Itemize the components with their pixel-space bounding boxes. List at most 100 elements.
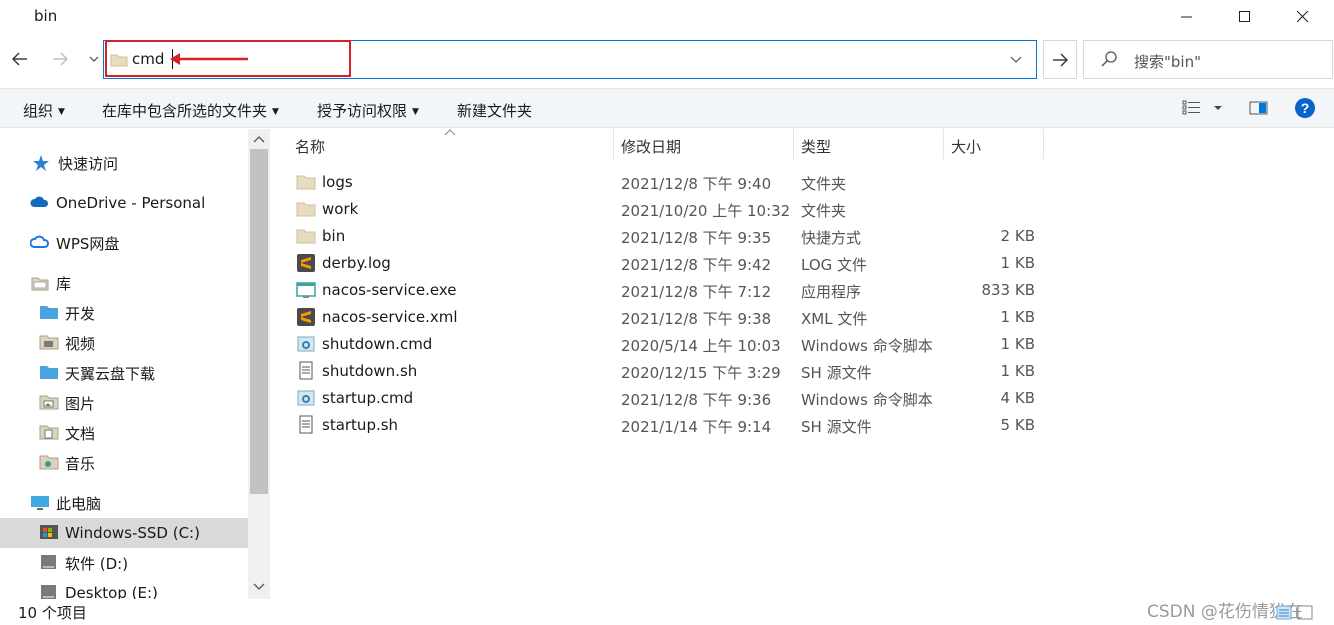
- gear-script-icon: [297, 390, 315, 406]
- file-type: 应用程序: [801, 283, 862, 301]
- sublime-icon: [297, 254, 315, 272]
- nav-item-label: 视频: [65, 334, 96, 353]
- nav-item-tianyi-download[interactable]: 天翼云盘下载: [0, 358, 248, 388]
- new-folder-label: 新建文件夹: [457, 102, 533, 120]
- maximize-button[interactable]: [1216, 0, 1274, 34]
- sublime-icon: [297, 308, 315, 326]
- column-header-label: 修改日期: [621, 138, 682, 156]
- nav-item-wps-drive[interactable]: WPS网盘: [0, 228, 248, 258]
- column-header-label: 类型: [801, 138, 832, 156]
- details-view-icon: [1182, 100, 1222, 115]
- close-icon: [1297, 11, 1309, 23]
- new-folder-button[interactable]: 新建文件夹: [457, 100, 532, 121]
- nav-pane-scrollbar[interactable]: [248, 129, 270, 599]
- title-bar: bin: [0, 0, 1334, 34]
- column-header-type[interactable]: 类型: [794, 129, 944, 159]
- nav-item-label: 文档: [65, 424, 96, 443]
- column-header-label: 名称: [295, 138, 326, 156]
- column-header-size[interactable]: 大小: [944, 129, 1044, 159]
- nav-item-dev[interactable]: 开发: [0, 298, 248, 328]
- file-row[interactable]: startup.sh 2021/1/14 下午 9:14 SH 源文件 5 KB: [295, 412, 1055, 439]
- nav-item-videos[interactable]: 视频: [0, 328, 248, 358]
- nav-item-quick-access[interactable]: 快速访问: [0, 148, 248, 178]
- dropdown-arrow-icon: ▼: [58, 107, 65, 117]
- scrollbar-thumb[interactable]: [250, 149, 268, 494]
- file-date: 2021/10/20 上午 10:32: [621, 202, 791, 220]
- status-bar: 10 个项目: [0, 600, 1334, 625]
- file-row[interactable]: logs 2021/12/8 下午 9:40 文件夹: [295, 169, 1055, 196]
- gear-script-icon: [297, 336, 315, 352]
- go-button[interactable]: [1043, 40, 1077, 79]
- nav-item-label: WPS网盘: [56, 234, 120, 253]
- file-date: 2021/12/8 下午 9:36: [621, 391, 772, 409]
- column-header-label: 大小: [951, 138, 982, 156]
- minimize-icon: [1181, 16, 1192, 18]
- svg-text:?: ?: [1301, 100, 1310, 116]
- nav-item-music[interactable]: 音乐: [0, 448, 248, 478]
- nav-item-drive-c[interactable]: Windows-SSD (C:): [0, 518, 248, 548]
- nav-item-label: 音乐: [65, 454, 96, 473]
- music-library-icon: [39, 455, 59, 470]
- annotation-arrow-icon: [170, 53, 248, 65]
- file-row[interactable]: shutdown.cmd 2020/5/14 上午 10:03 Windows …: [295, 331, 1055, 358]
- help-icon: ?: [1295, 98, 1315, 118]
- change-view-button[interactable]: [1182, 97, 1226, 123]
- nav-item-pictures[interactable]: 图片: [0, 388, 248, 418]
- file-row[interactable]: work 2021/10/20 上午 10:32 文件夹: [295, 196, 1055, 223]
- file-row[interactable]: derby.log 2021/12/8 下午 9:42 LOG 文件 1 KB: [295, 250, 1055, 277]
- column-header-date[interactable]: 修改日期: [614, 129, 794, 159]
- column-header-name[interactable]: 名称: [288, 129, 614, 159]
- organize-button[interactable]: 组织 ▼: [23, 100, 65, 121]
- nav-item-libraries[interactable]: 库: [0, 268, 248, 298]
- nav-item-onedrive[interactable]: OneDrive - Personal: [0, 188, 248, 218]
- file-row[interactable]: nacos-service.exe 2021/12/8 下午 7:12 应用程序…: [295, 277, 1055, 304]
- file-type: SH 源文件: [801, 418, 872, 436]
- nav-item-documents[interactable]: 文档: [0, 418, 248, 448]
- nav-item-drive-e[interactable]: Desktop (E:): [0, 578, 248, 599]
- text-file-icon: [299, 361, 313, 380]
- forward-button[interactable]: [48, 46, 72, 72]
- minimize-button[interactable]: [1158, 0, 1216, 34]
- file-row[interactable]: nacos-service.xml 2021/12/8 下午 9:38 XML …: [295, 304, 1055, 331]
- file-name: shutdown.sh: [322, 362, 418, 380]
- nav-item-drive-d[interactable]: 软件 (D:): [0, 548, 248, 578]
- back-button[interactable]: [8, 46, 32, 72]
- file-name: bin: [322, 227, 346, 245]
- view-toggle-icon[interactable]: [1276, 604, 1330, 622]
- help-button[interactable]: ?: [1294, 97, 1316, 123]
- windows-drive-icon: [40, 525, 58, 539]
- chevron-up-icon[interactable]: [253, 135, 265, 143]
- dropdown-arrow-icon: ▼: [272, 107, 279, 117]
- file-size: 1 KB: [1000, 335, 1035, 353]
- arrow-right-icon: [53, 52, 68, 66]
- file-date: 2021/12/8 下午 7:12: [621, 283, 772, 301]
- folder-icon: [296, 229, 316, 244]
- file-row[interactable]: bin 2021/12/8 下午 9:35 快捷方式 2 KB: [295, 223, 1055, 250]
- file-name: shutdown.cmd: [322, 335, 433, 353]
- close-button[interactable]: [1274, 0, 1332, 34]
- folder-icon: [296, 202, 316, 217]
- nav-item-label: 此电脑: [56, 494, 102, 513]
- nav-item-label: 库: [56, 274, 72, 293]
- nav-item-label: 图片: [65, 394, 96, 413]
- navigation-pane: 快速访问 OneDrive - Personal WPS网盘 库 开发 视频 天…: [0, 129, 270, 599]
- include-in-library-button[interactable]: 在库中包含所选的文件夹 ▼: [102, 100, 279, 121]
- chevron-down-icon: [89, 56, 99, 62]
- chevron-down-icon[interactable]: [253, 583, 265, 591]
- preview-pane-icon: [1249, 101, 1268, 115]
- file-date: 2021/12/8 下午 9:40: [621, 175, 772, 193]
- file-size: 2 KB: [1000, 227, 1035, 245]
- file-row[interactable]: shutdown.sh 2020/12/15 下午 3:29 SH 源文件 1 …: [295, 358, 1055, 385]
- file-type: Windows 命令脚本: [801, 337, 933, 355]
- arrow-right-icon: [1053, 53, 1068, 66]
- file-type: SH 源文件: [801, 364, 872, 382]
- file-row[interactable]: startup.cmd 2021/12/8 下午 9:36 Windows 命令…: [295, 385, 1055, 412]
- nav-item-this-pc[interactable]: 此电脑: [0, 488, 248, 518]
- grant-access-button[interactable]: 授予访问权限 ▼: [317, 100, 419, 121]
- folder-icon: [40, 306, 58, 319]
- preview-pane-button[interactable]: [1249, 97, 1269, 123]
- chevron-down-icon[interactable]: [1010, 56, 1022, 64]
- file-size: 5 KB: [1000, 416, 1035, 434]
- file-date: 2021/12/8 下午 9:42: [621, 256, 772, 274]
- search-input[interactable]: 搜索"bin": [1083, 40, 1333, 79]
